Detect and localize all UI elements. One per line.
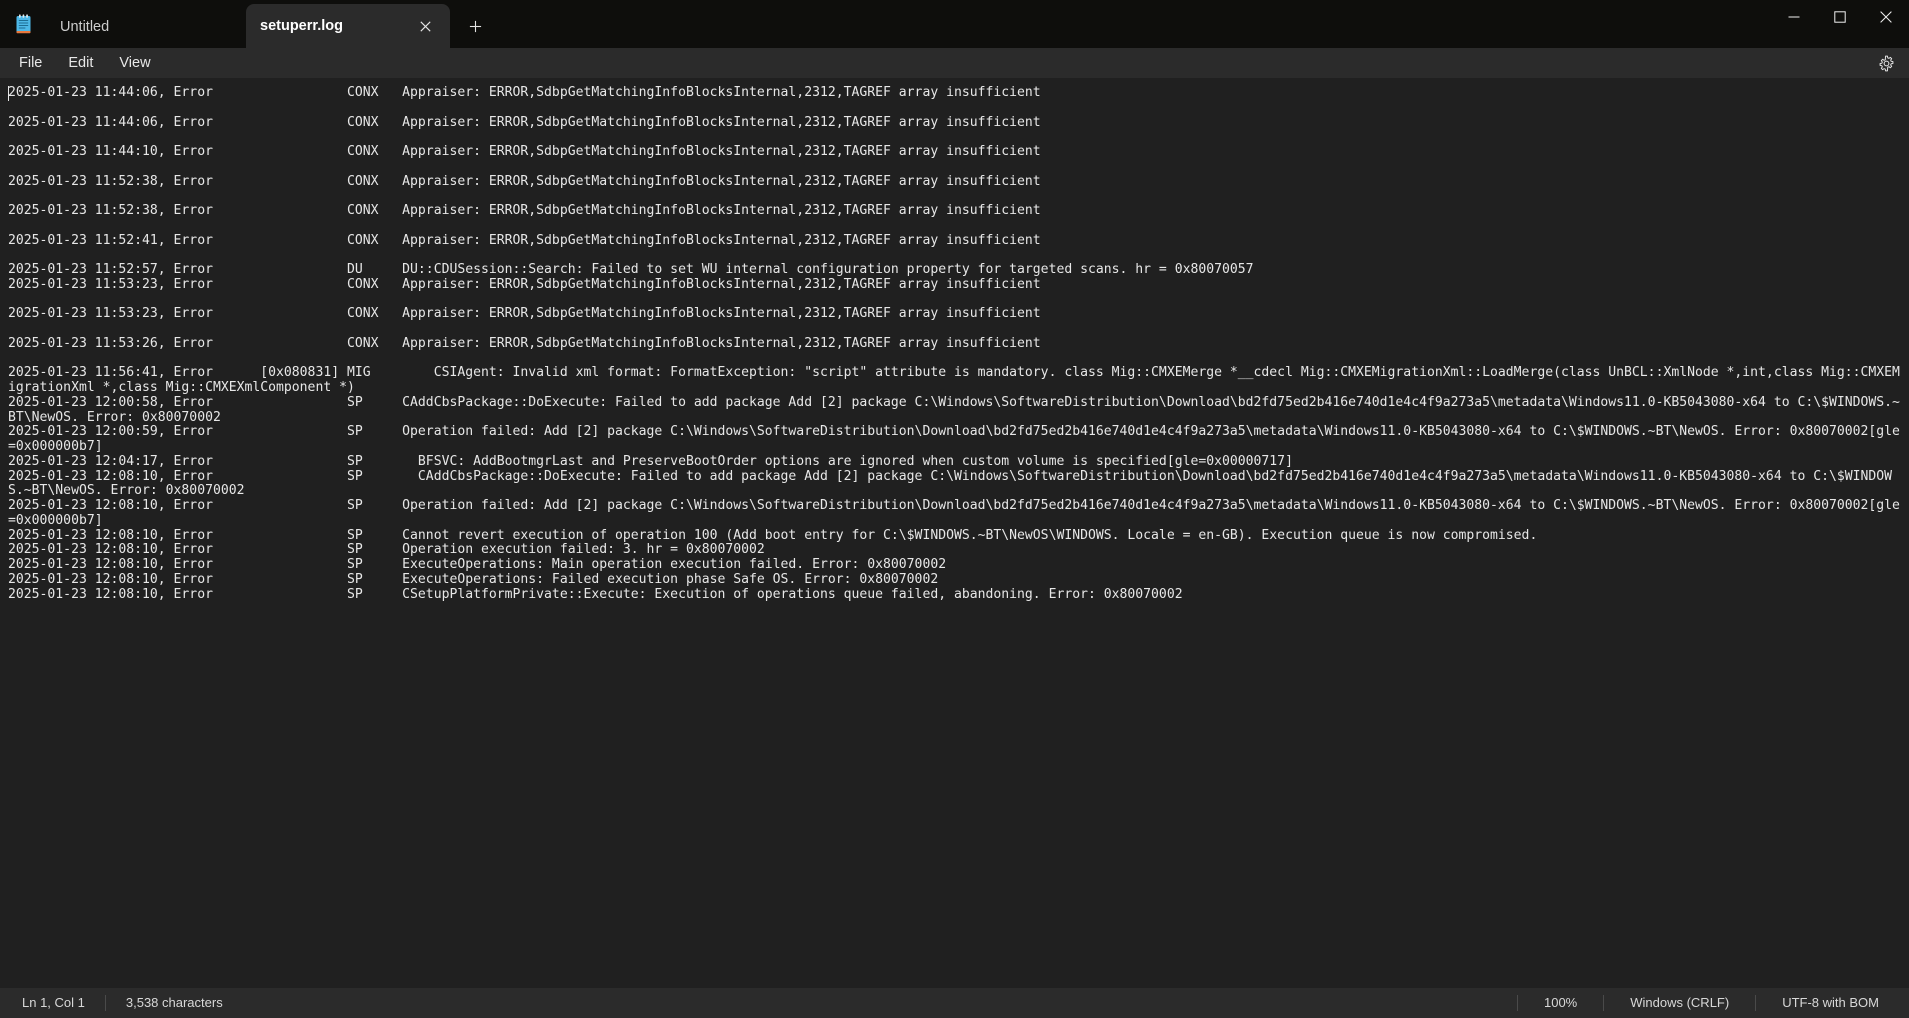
menu-bar: File Edit View [0,48,1909,78]
status-bar-left: Ln 1, Col 1 3,538 characters [0,992,239,1014]
log-text-content[interactable]: 2025-01-23 11:44:06, Error CONX Appraise… [8,85,1901,602]
new-tab-button[interactable] [458,9,492,43]
status-line-column[interactable]: Ln 1, Col 1 [0,992,105,1014]
notepad-window: Untitled setuperr.log File Edit View 202… [0,0,1909,1018]
status-zoom-level[interactable]: 100% [1518,992,1603,1014]
status-character-count: 3,538 characters [125,995,223,1010]
maximize-button[interactable] [1817,0,1863,33]
title-bar: Untitled setuperr.log [0,0,1909,48]
window-controls [1771,0,1909,48]
tab-label: setuperr.log [260,18,343,34]
tab-setuperr-log[interactable]: setuperr.log [246,4,450,48]
tab-strip: Untitled setuperr.log [0,0,1909,48]
close-tab-icon[interactable] [412,13,438,39]
status-line-ending[interactable]: Windows (CRLF) [1604,992,1755,1014]
minimize-button[interactable] [1771,0,1817,33]
text-editor-area[interactable]: 2025-01-23 11:44:06, Error CONX Appraise… [0,78,1909,988]
tab-untitled[interactable]: Untitled [46,6,246,48]
notepad-icon [0,0,46,48]
menu-item-file[interactable]: File [6,51,55,76]
text-caret [8,86,9,101]
menu-item-edit[interactable]: Edit [55,51,106,76]
gear-icon[interactable] [1871,49,1901,77]
status-encoding[interactable]: UTF-8 with BOM [1756,992,1909,1014]
status-bar: Ln 1, Col 1 3,538 characters 100% Window… [0,988,1909,1018]
menu-item-view[interactable]: View [106,51,163,76]
status-bar-right: 100% Windows (CRLF) UTF-8 with BOM [1516,988,1909,1018]
tab-label: Untitled [60,19,110,35]
close-button[interactable] [1863,0,1909,33]
